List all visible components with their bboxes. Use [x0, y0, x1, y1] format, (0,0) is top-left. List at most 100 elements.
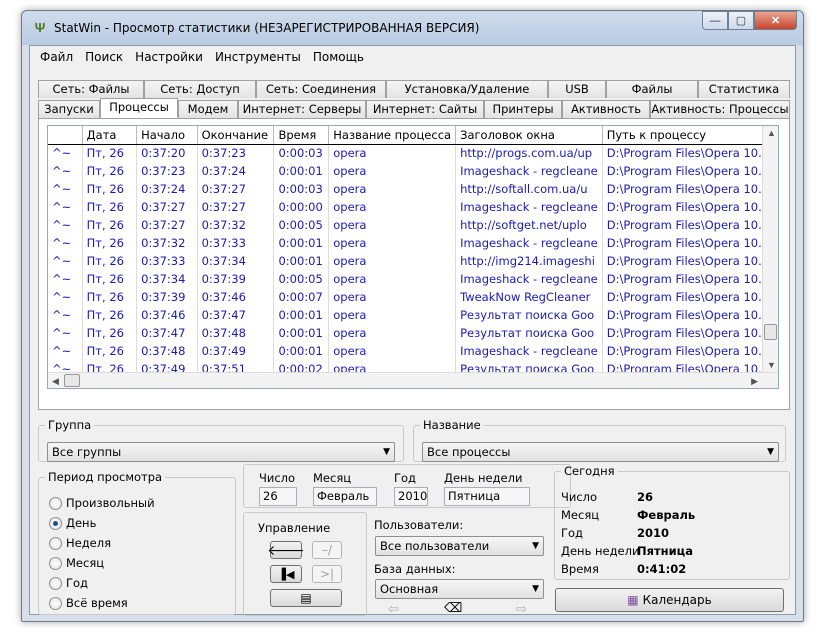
date-weekday-field[interactable]: Пятница — [444, 487, 530, 506]
table-cell: Пт, 26 — [82, 252, 138, 270]
date-month-field[interactable]: Февраль — [313, 487, 377, 506]
table-row[interactable]: ^~ Пт, 26 0:37:24 0:37:27 0:00:03 opera http:/… — [48, 180, 778, 198]
column-header-window-title[interactable]: Заголовок окна — [455, 126, 603, 145]
eraser-icon[interactable]: ⌫ — [444, 601, 462, 616]
tab-files[interactable]: Файлы — [606, 80, 698, 98]
tab-launches[interactable]: Запуски — [38, 100, 100, 118]
close-button[interactable]: ✕ — [754, 11, 797, 30]
column-header-process-name[interactable]: Название процесса — [328, 126, 457, 145]
tab-usb[interactable]: USB — [548, 80, 606, 98]
users-value: Все пользователи — [380, 539, 490, 553]
menu-help[interactable]: Помощь — [307, 46, 370, 68]
period-option-day[interactable]: День — [49, 516, 96, 530]
menu-file[interactable]: Файл — [34, 46, 79, 68]
today-month-value: Февраль — [637, 508, 696, 522]
date-day-field[interactable]: 26 — [259, 487, 297, 506]
database-label: База данных: — [374, 562, 456, 576]
table-cell: opera — [328, 234, 457, 252]
scroll-up-arrow-icon[interactable]: ▲ — [767, 128, 776, 138]
table-row[interactable]: ^~ Пт, 26 0:37:48 0:37:49 0:00:01 opera Images… — [48, 342, 778, 360]
table-cell: opera — [328, 180, 457, 198]
column-header-end[interactable]: Окончание — [197, 126, 275, 145]
menu-settings[interactable]: Настройки — [129, 46, 209, 68]
date-weekday-label: День недели — [444, 471, 523, 485]
maximize-button[interactable]: ▢ — [728, 11, 754, 30]
tab-modem[interactable]: Модем — [178, 100, 238, 118]
name-select[interactable]: Все процессы ▼ — [422, 442, 779, 462]
table-row[interactable]: ^~ Пт, 26 0:37:27 0:37:27 0:00:00 opera Images… — [48, 198, 778, 216]
table-cell: Imageshack - regcleane — [455, 234, 603, 252]
table-row[interactable]: ^~ Пт, 26 0:37:20 0:37:23 0:00:03 opera http:/… — [48, 144, 778, 162]
column-header-icon[interactable] — [48, 126, 83, 145]
period-option-all-time[interactable]: Всё время — [49, 596, 128, 610]
database-select[interactable]: Основная ▼ — [375, 579, 544, 599]
today-year-label: Год — [561, 526, 584, 540]
period-option-week[interactable]: Неделя — [49, 536, 111, 550]
table-cell: 0:37:39 — [136, 288, 198, 306]
scroll-down-arrow-icon[interactable]: ▼ — [767, 360, 776, 370]
tab-net-access[interactable]: Сеть: Доступ — [144, 80, 256, 98]
table-row[interactable]: ^~ Пт, 26 0:37:32 0:37:33 0:00:01 opera Images… — [48, 234, 778, 252]
title-bar[interactable]: Ψ StatWin - Просмотр статистики (НЕЗАРЕГ… — [22, 11, 803, 45]
table-row[interactable]: ^~ Пт, 26 0:37:34 0:37:39 0:00:05 opera Images… — [48, 270, 778, 288]
tab-printers[interactable]: Принтеры — [484, 100, 562, 118]
scroll-left-arrow-icon[interactable]: ◀ — [52, 376, 59, 387]
date-year-field[interactable]: 2010 — [394, 487, 428, 506]
tab-internet-servers[interactable]: Интернет: Серверы — [238, 100, 366, 118]
users-select[interactable]: Все пользователи ▼ — [375, 536, 544, 556]
tab-internet-sites[interactable]: Интернет: Сайты — [366, 100, 484, 118]
table-row[interactable]: ^~ Пт, 26 0:37:39 0:37:46 0:00:07 opera TweakN… — [48, 288, 778, 306]
tab-net-connections[interactable]: Сеть: Соединения — [256, 80, 386, 98]
period-label: Период просмотра — [48, 470, 163, 484]
period-option-custom[interactable]: Произвольный — [49, 496, 155, 510]
column-header-date[interactable]: Дата — [82, 126, 138, 145]
table-cell: 0:00:05 — [273, 270, 330, 288]
table-row[interactable]: ^~ Пт, 26 0:37:27 0:37:32 0:00:05 opera http:/… — [48, 216, 778, 234]
table-cell: 0:37:27 — [136, 216, 198, 234]
horizontal-scrollbar[interactable]: ◀ ▶ — [48, 372, 778, 388]
table-cell: Пт, 26 — [82, 306, 138, 324]
tab-net-files[interactable]: Сеть: Файлы — [38, 80, 144, 98]
table-row[interactable]: ^~ Пт, 26 0:37:33 0:37:34 0:00:01 opera http:/… — [48, 252, 778, 270]
table-row[interactable]: ^~ Пт, 26 0:37:46 0:37:47 0:00:01 opera Резуль… — [48, 306, 778, 324]
first-button[interactable]: ▐◀ — [270, 565, 302, 583]
period-option-month[interactable]: Месяц — [49, 556, 104, 570]
table-cell: Пт, 26 — [82, 342, 138, 360]
tab-activity-processes[interactable]: Активность: Процессы — [650, 100, 790, 118]
table-cell: opera — [328, 306, 457, 324]
horizontal-scroll-thumb[interactable] — [64, 374, 80, 387]
table-cell: 0:00:07 — [273, 288, 330, 306]
tab-processes[interactable]: Процессы — [100, 98, 178, 118]
statwin-logo-icon: Ψ — [34, 20, 46, 35]
tab-activity[interactable]: Активность — [562, 100, 650, 118]
group-select[interactable]: Все группы ▼ — [47, 442, 395, 462]
table-cell: http://softall.com.ua/u — [455, 180, 603, 198]
table-cell: 0:37:27 — [136, 198, 198, 216]
period-option-label: Неделя — [66, 536, 112, 550]
today-day-label: Число — [561, 490, 598, 504]
column-header-start[interactable]: Начало — [136, 126, 198, 145]
processes-table[interactable]: Дата Начало Окончание Время Название про… — [47, 125, 779, 389]
table-cell: 0:37:46 — [136, 306, 198, 324]
vertical-scroll-thumb[interactable] — [764, 324, 777, 340]
menu-tools[interactable]: Инструменты — [209, 46, 307, 68]
vertical-scrollbar[interactable]: ▲ ▼ — [762, 126, 778, 388]
column-header-process-path[interactable]: Путь к процессу — [602, 126, 778, 145]
tab-statistics[interactable]: Статистика — [698, 80, 790, 98]
calendar-button[interactable]: ▦ Календарь — [555, 588, 784, 612]
scroll-right-arrow-icon[interactable]: ▶ — [751, 376, 758, 387]
menu-search[interactable]: Поиск — [79, 46, 129, 68]
column-header-duration[interactable]: Время — [273, 126, 330, 145]
previous-button[interactable]: 🡐 — [267, 541, 305, 559]
db-next-arrow-icon: ⇨ — [516, 602, 527, 617]
period-option-year[interactable]: Год — [49, 576, 88, 590]
copy-button[interactable]: ▤ — [270, 589, 342, 607]
next-button: –/ — [312, 541, 342, 559]
table-cell: Пт, 26 — [82, 198, 138, 216]
minimize-button[interactable]: — — [702, 11, 728, 30]
table-row[interactable]: ^~ Пт, 26 0:37:23 0:37:24 0:00:01 opera Images… — [48, 162, 778, 180]
table-cell: ^~ — [48, 144, 83, 162]
tab-install-uninstall[interactable]: Установка/Удаление — [386, 80, 548, 98]
table-row[interactable]: ^~ Пт, 26 0:37:47 0:37:48 0:00:01 opera Резуль… — [48, 324, 778, 342]
radio-button-icon — [49, 496, 62, 510]
